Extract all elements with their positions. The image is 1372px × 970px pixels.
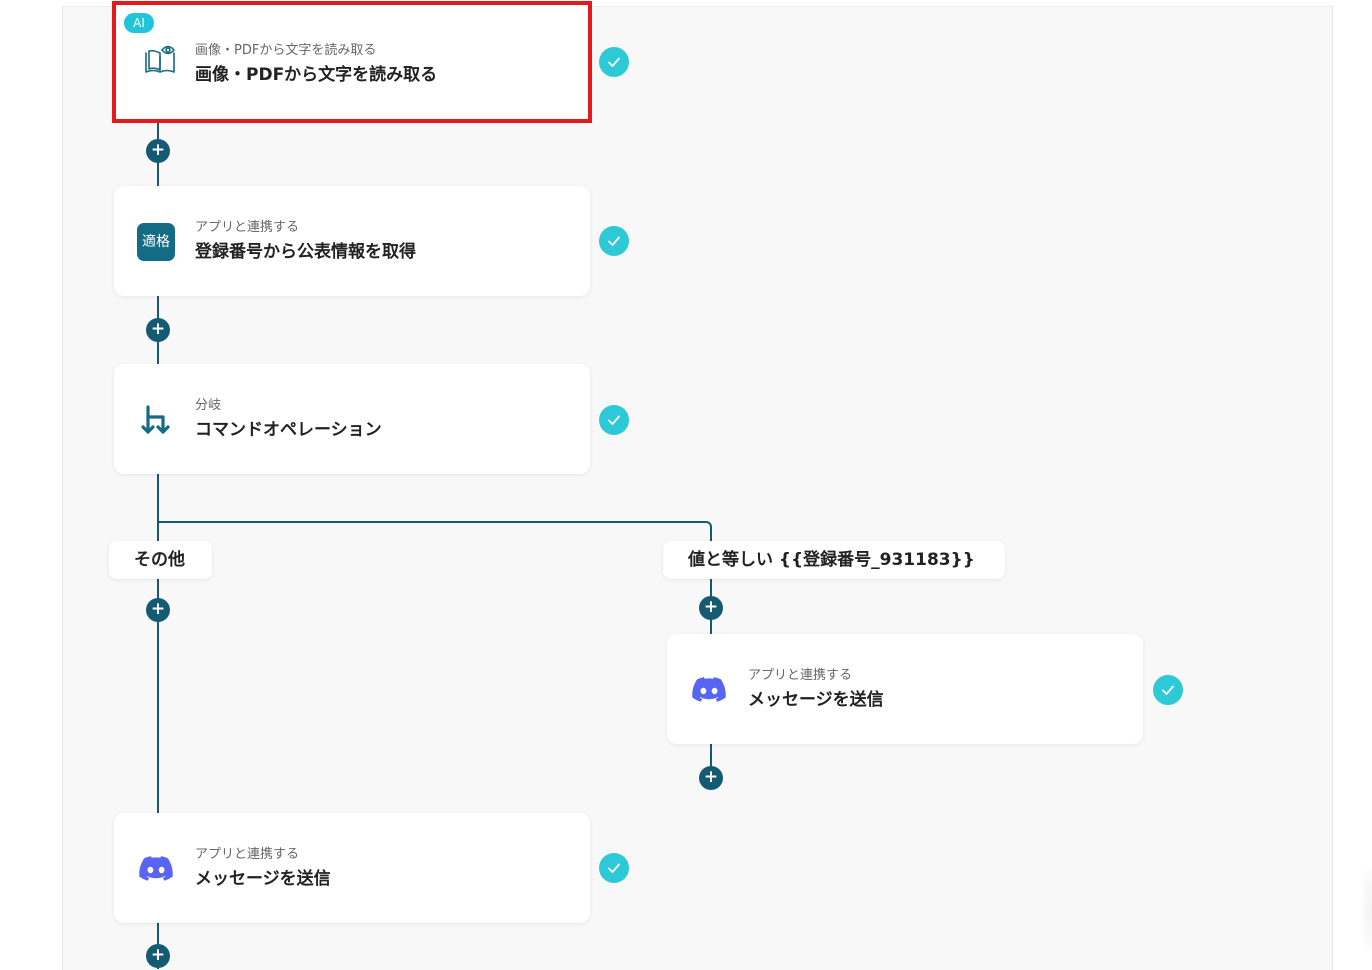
step-title: メッセージを送信 [195, 869, 331, 889]
step-category: アプリと連携する [195, 847, 300, 862]
step-card-lookup[interactable]: 適格 アプリと連携する 登録番号から公表情報を取得 [114, 186, 590, 296]
step-title: 画像・PDFから文字を読み取る [195, 65, 438, 85]
check-icon [1153, 675, 1183, 705]
book-eye-icon [140, 39, 180, 79]
step-category: アプリと連携する [195, 220, 300, 235]
step-card-discord-right[interactable]: アプリと連携する メッセージを送信 [667, 634, 1143, 744]
discord-icon [689, 670, 729, 710]
connector-line [157, 521, 705, 523]
app-tile-label: 適格 [137, 223, 175, 261]
check-icon [599, 405, 629, 435]
add-step-button[interactable]: + [146, 598, 170, 622]
add-step-button[interactable]: + [699, 766, 723, 790]
check-icon [599, 47, 629, 77]
step-title: 登録番号から公表情報を取得 [195, 242, 416, 262]
add-step-button[interactable]: + [699, 596, 723, 620]
edge-shadow [1362, 870, 1372, 950]
discord-icon [136, 849, 176, 889]
add-step-button[interactable]: + [146, 944, 170, 968]
branch-icon [136, 400, 176, 440]
branch-label-equals[interactable]: 値と等しい {{登録番号_931183}} [663, 541, 1005, 579]
step-card-ocr[interactable]: AI 画像・PDFから文字を読み取る 画像・PDFから文字を読み取る [112, 1, 592, 123]
step-category: 分岐 [195, 398, 222, 413]
step-category: アプリと連携する [748, 668, 853, 683]
step-card-branch[interactable]: 分岐 コマンドオペレーション [114, 364, 590, 474]
step-title: メッセージを送信 [748, 690, 884, 710]
connector-line [157, 474, 159, 813]
app-tile-icon: 適格 [136, 222, 176, 262]
ai-badge: AI [124, 13, 154, 33]
step-card-discord-left[interactable]: アプリと連携する メッセージを送信 [114, 813, 590, 923]
step-category: 画像・PDFから文字を読み取る [195, 43, 377, 58]
check-icon [599, 853, 629, 883]
branch-label-other[interactable]: その他 [109, 541, 212, 579]
add-step-button[interactable]: + [146, 318, 170, 342]
check-icon [599, 226, 629, 256]
step-title: コマンドオペレーション [195, 420, 382, 440]
add-step-button[interactable]: + [146, 139, 170, 163]
